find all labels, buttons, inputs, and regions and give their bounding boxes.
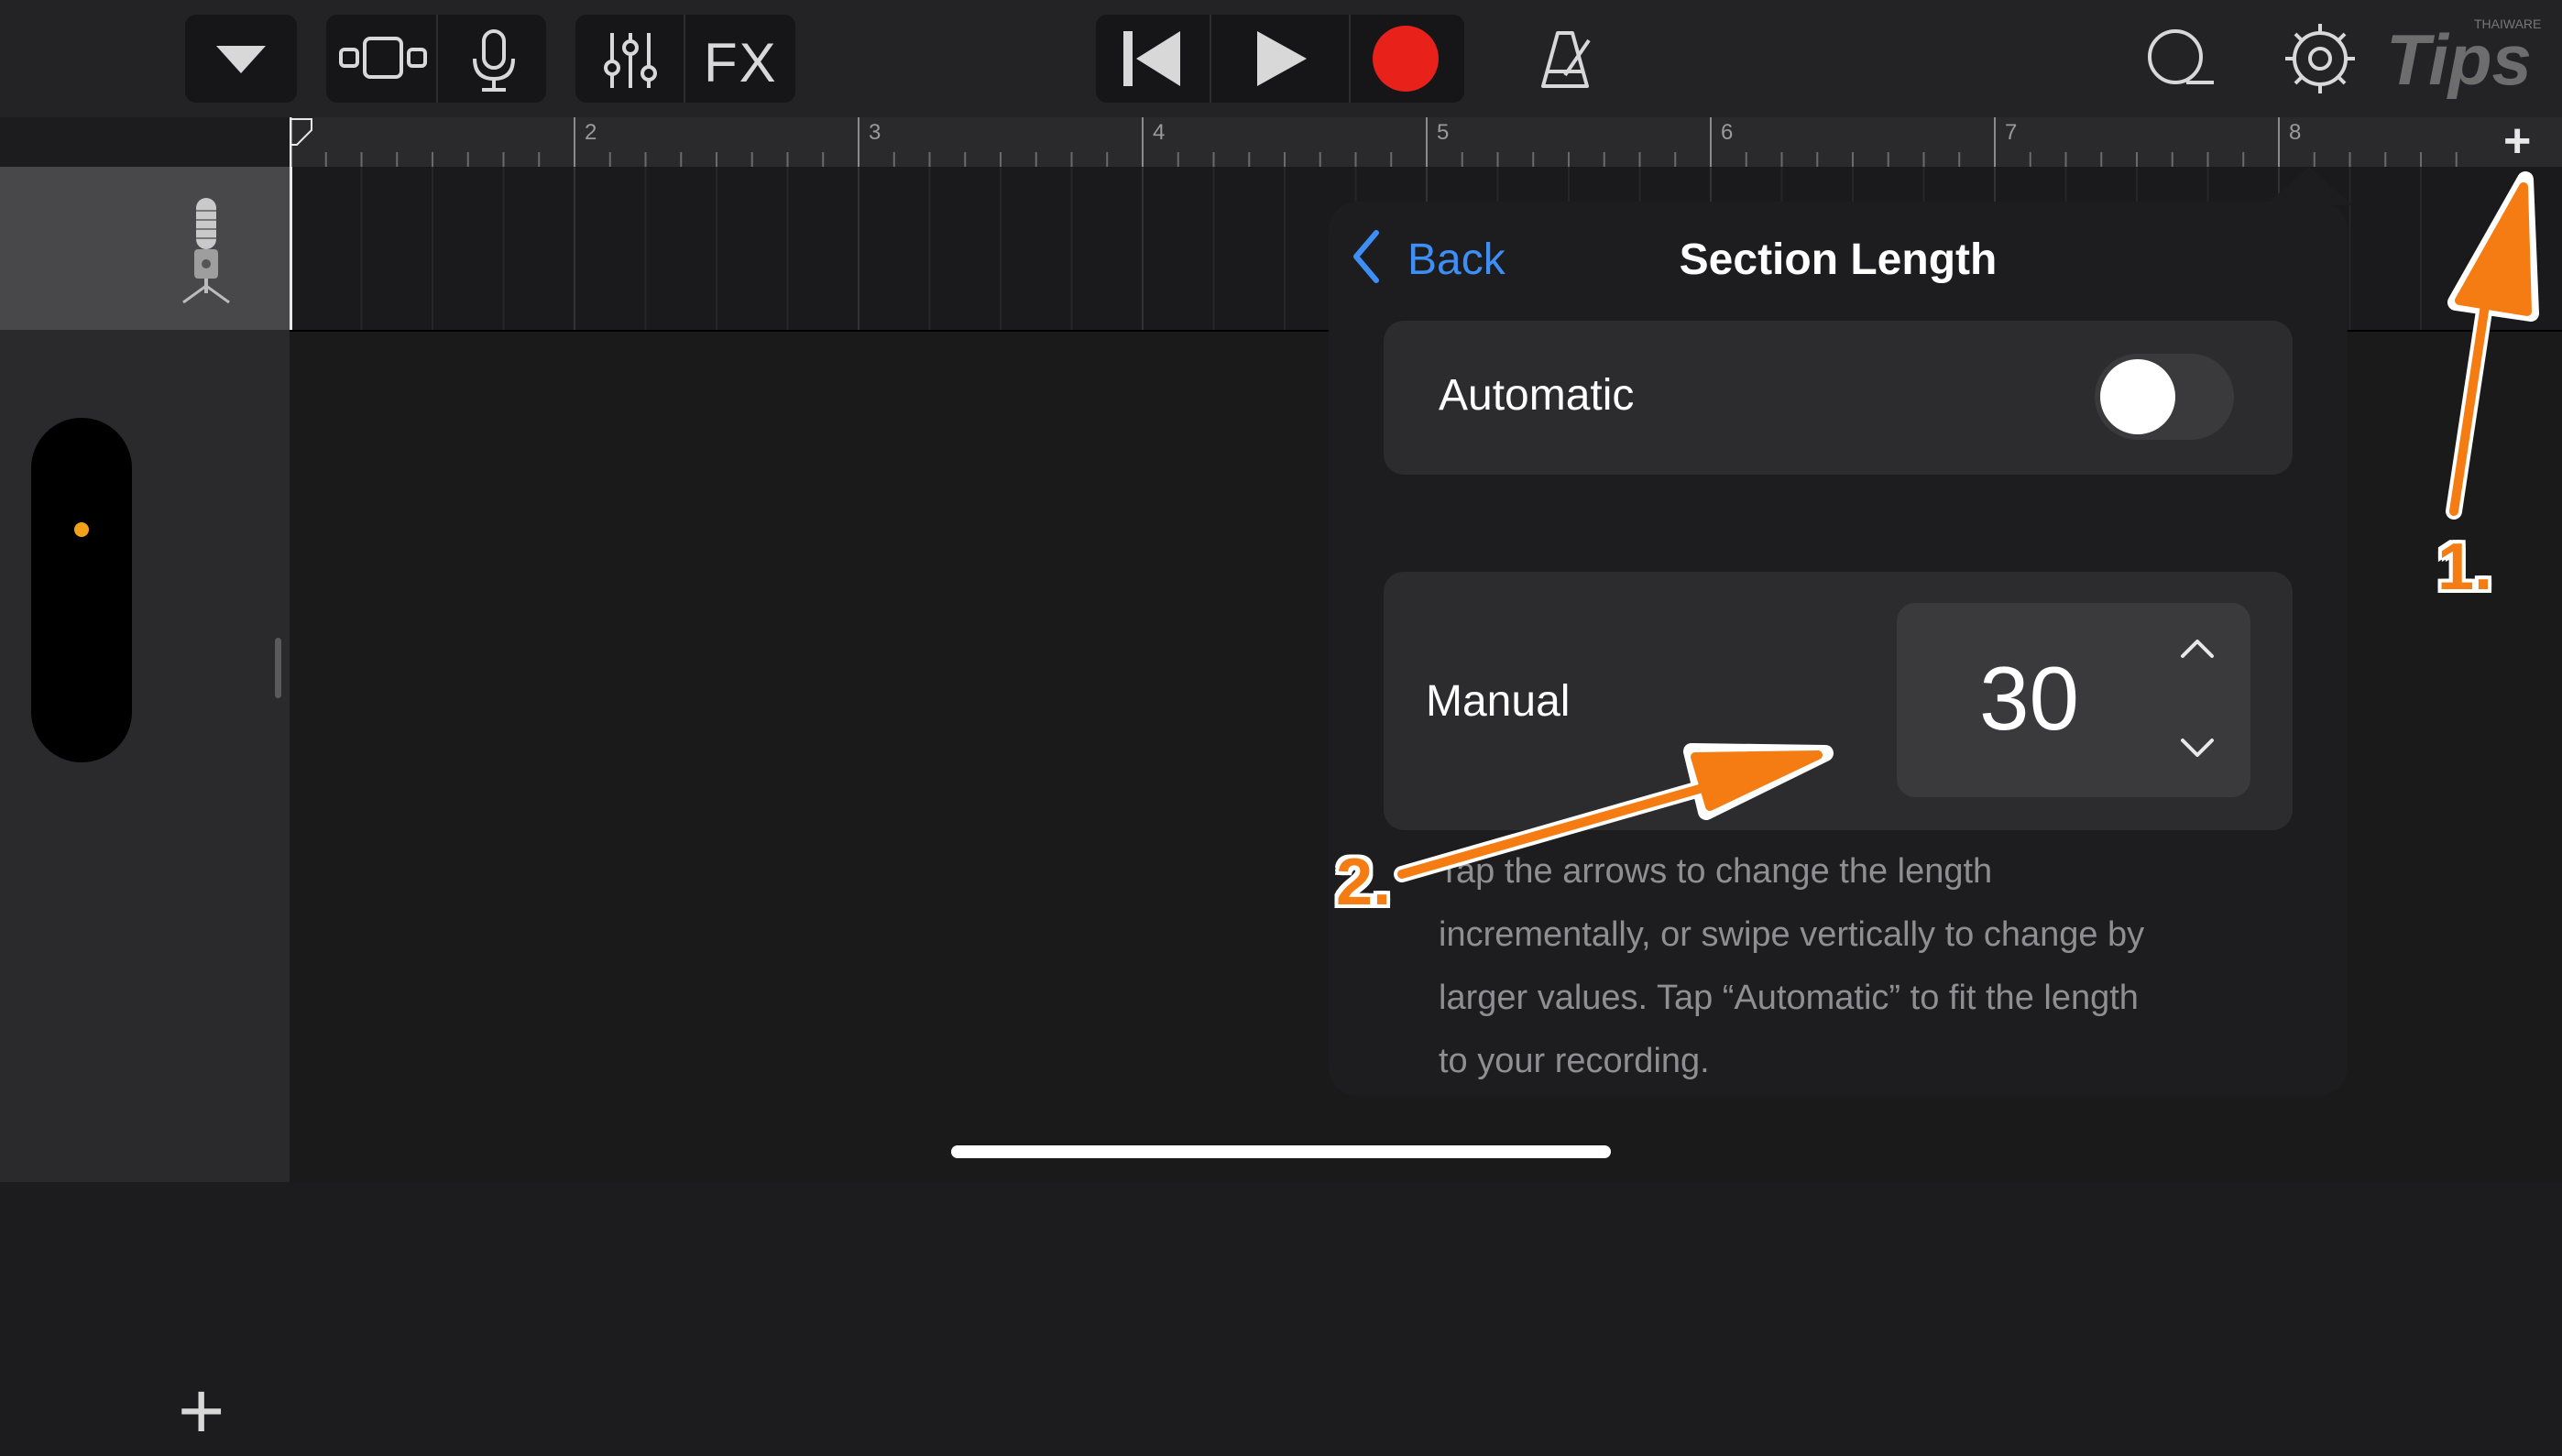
annotation-step-1: 1. [2437, 531, 2493, 604]
annotation-step-2: 2. [1336, 846, 1392, 919]
add-track-button[interactable]: + [178, 1371, 224, 1451]
annotation-arrows [1394, 171, 2539, 882]
